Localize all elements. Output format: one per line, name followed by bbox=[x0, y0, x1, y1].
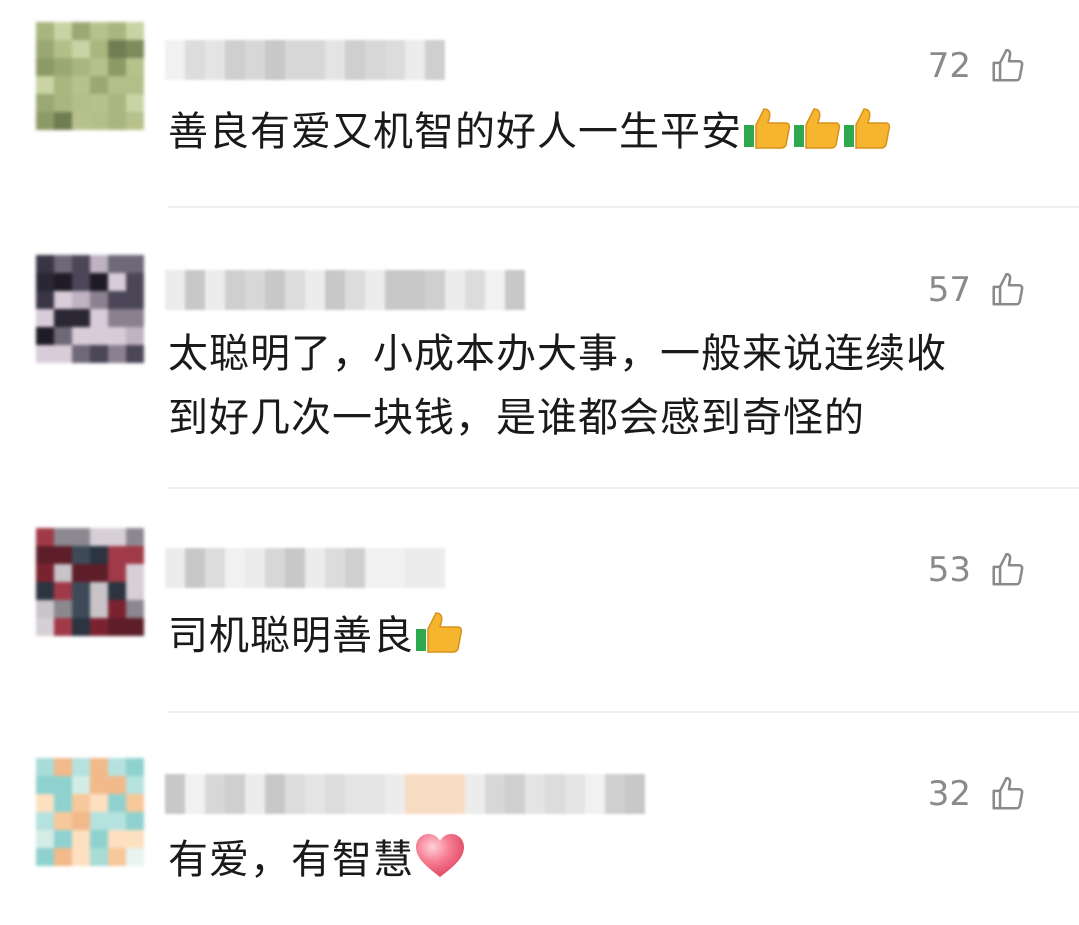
avatar[interactable] bbox=[36, 758, 144, 866]
avatar[interactable] bbox=[36, 255, 144, 363]
thumbs-up-emoji-icon bbox=[792, 105, 842, 170]
avatar[interactable] bbox=[36, 528, 144, 636]
thumbs-up-outline-icon bbox=[992, 272, 1024, 306]
thumbs-up-outline-icon bbox=[992, 48, 1024, 82]
username-blurred[interactable] bbox=[165, 774, 645, 814]
like-button[interactable]: 72 bbox=[928, 46, 1027, 86]
comment-text: 有爱，有智慧 bbox=[168, 828, 1048, 898]
comment-text: 司机聪明善良 bbox=[168, 604, 1048, 674]
like-button[interactable]: 32 bbox=[928, 774, 1027, 814]
heart-emoji-icon bbox=[414, 833, 466, 898]
like-count: 72 bbox=[927, 46, 971, 86]
thumbs-up-outline-icon bbox=[992, 776, 1024, 810]
like-button[interactable]: 53 bbox=[928, 550, 1027, 590]
divider bbox=[168, 487, 1079, 489]
like-count: 57 bbox=[927, 270, 971, 310]
thumbs-up-emoji-icon bbox=[742, 105, 792, 170]
like-button[interactable]: 57 bbox=[928, 270, 1027, 310]
thumbs-up-outline-icon bbox=[992, 552, 1024, 586]
like-count: 32 bbox=[927, 774, 971, 814]
comment-text: 太聪明了，小成本办大事，一般来说连续收 到好几次一块钱，是谁都会感到奇怪的 bbox=[168, 331, 947, 441]
divider bbox=[168, 206, 1079, 208]
like-count: 53 bbox=[927, 550, 971, 590]
avatar[interactable] bbox=[36, 22, 144, 130]
thumbs-up-emoji-icon bbox=[842, 105, 892, 170]
comment-text: 善良有爱又机智的好人一生平安 bbox=[168, 100, 1048, 170]
username-blurred[interactable] bbox=[165, 548, 445, 588]
thumbs-up-emoji-icon bbox=[414, 609, 464, 674]
username-blurred[interactable] bbox=[165, 270, 525, 310]
divider bbox=[168, 711, 1079, 713]
username-blurred[interactable] bbox=[165, 40, 445, 80]
